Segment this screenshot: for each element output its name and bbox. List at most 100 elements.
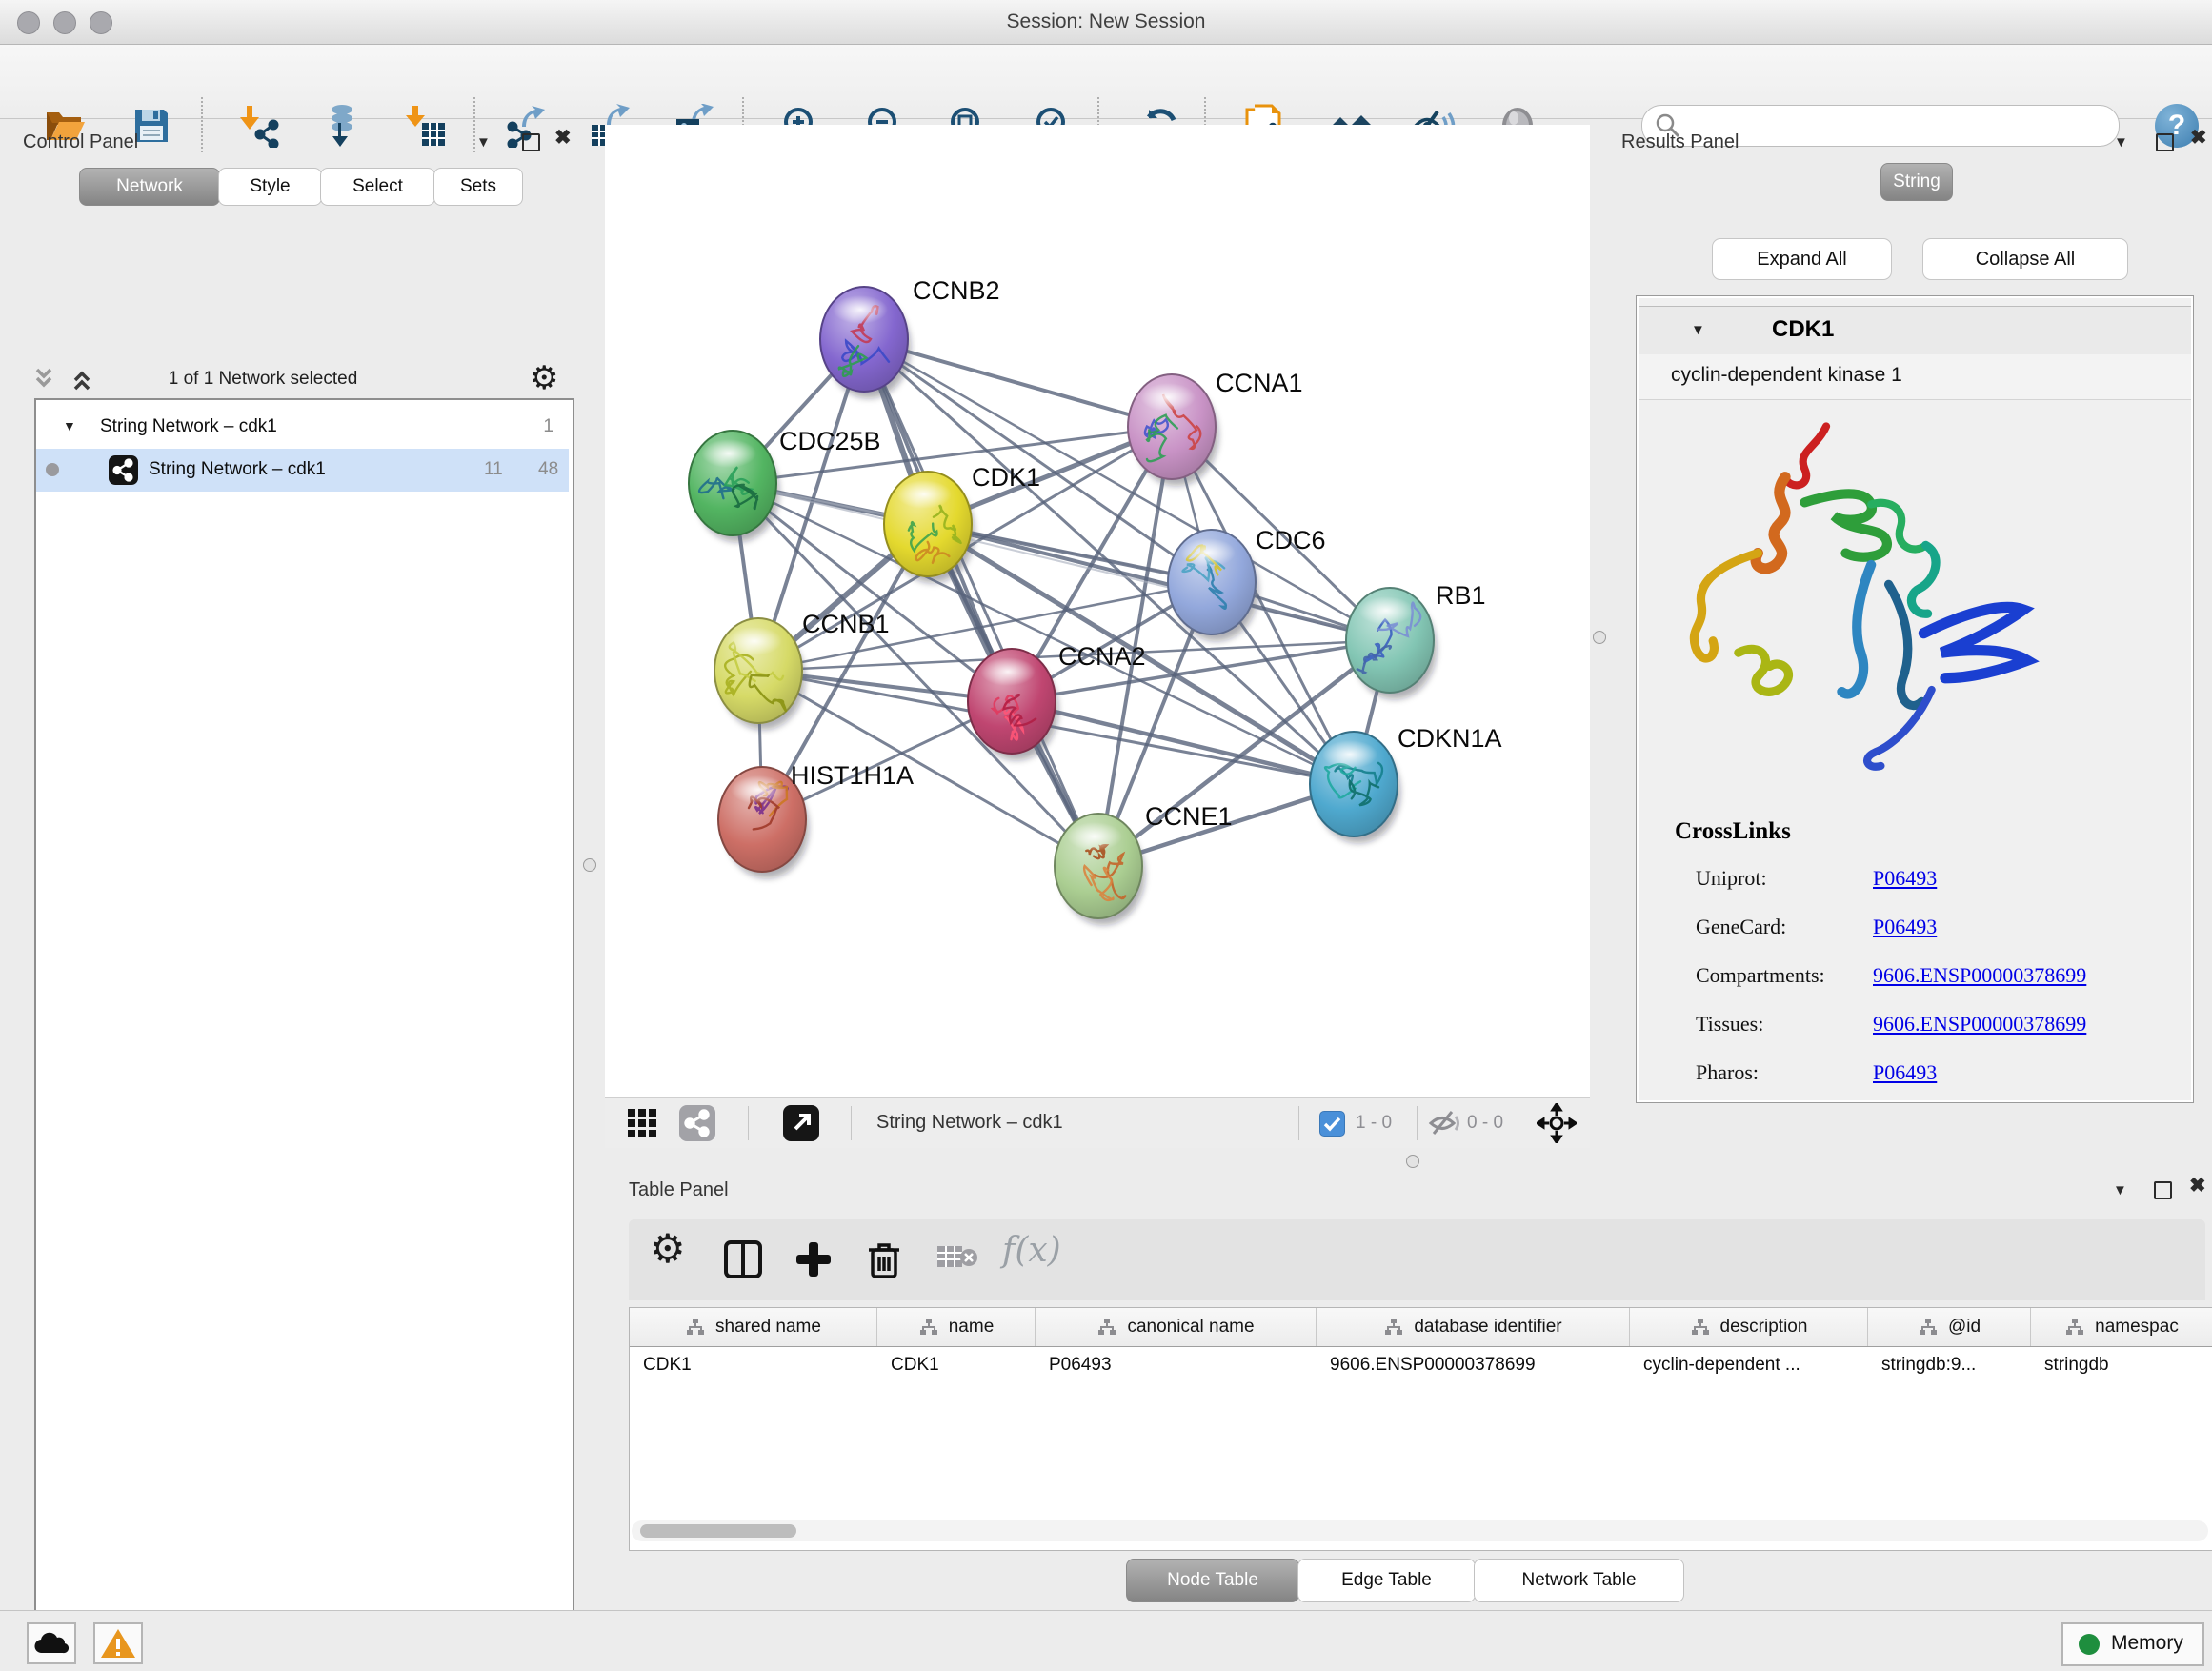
table-cell[interactable]: P06493 (1036, 1347, 1317, 1383)
node-label: CDK1 (972, 463, 1040, 492)
panel-close-icon[interactable]: ✖ (2189, 1178, 2206, 1195)
tree-expander-icon[interactable]: ▼ (63, 418, 76, 433)
crosslink-link[interactable]: P06493 (1873, 915, 1937, 939)
add-column-icon[interactable] (793, 1238, 835, 1280)
panel-menu-icon[interactable]: ▼ (2113, 1182, 2127, 1199)
tab-sets[interactable]: Sets (433, 168, 523, 206)
share-view-icon[interactable] (679, 1105, 715, 1141)
view-toolbar-separator (1298, 1106, 1299, 1140)
network-row-selected[interactable]: String Network – cdk1 11 48 (36, 449, 569, 492)
table-toolbar: ⚙ f(x) (629, 1219, 2205, 1300)
column-header-6[interactable]: @id (1868, 1308, 2031, 1346)
cloud-button[interactable] (27, 1622, 76, 1664)
control-panel: Control Panel ▼ ✖ Network Style Select S… (10, 124, 573, 1593)
column-header-5[interactable]: description (1630, 1308, 1868, 1346)
current-network-dot-icon (46, 463, 59, 476)
node-label: CCNE1 (1145, 802, 1233, 831)
node-label: RB1 (1436, 581, 1486, 610)
crosslink-label: GeneCard: (1696, 915, 1786, 938)
network-node-CCNE1[interactable] (1055, 814, 1142, 918)
node-label: CCNA2 (1058, 642, 1146, 671)
column-header-1[interactable]: shared name (630, 1308, 877, 1346)
collapse-all-button[interactable]: Collapse All (1922, 238, 2128, 280)
table-cell[interactable]: stringdb:9... (1868, 1347, 2031, 1383)
network-node-CCNB1[interactable] (714, 618, 802, 723)
memory-label: Memory (2111, 1632, 2183, 1655)
tab-select[interactable]: Select (320, 168, 435, 206)
panel-menu-icon[interactable]: ▼ (476, 134, 491, 151)
panel-close-icon[interactable]: ✖ (554, 130, 572, 147)
table-cell[interactable]: CDK1 (877, 1347, 1036, 1383)
grid-view-icon[interactable] (626, 1107, 658, 1139)
scrollbar-thumb[interactable] (640, 1524, 796, 1538)
crosslink-label: Compartments: (1696, 963, 1825, 987)
columns-icon[interactable] (722, 1238, 764, 1280)
panel-menu-icon[interactable]: ▼ (2114, 134, 2128, 151)
tab-network[interactable]: Network (79, 168, 220, 206)
table-row[interactable]: CDK1CDK1P064939606.ENSP00000378699cyclin… (630, 1347, 2212, 1383)
node-label: HIST1H1A (791, 761, 914, 790)
network-selected-status: 1 of 1 Network selected (10, 369, 516, 390)
table-cell[interactable]: CDK1 (630, 1347, 877, 1383)
crosslink-link[interactable]: 9606.ENSP00000378699 (1873, 963, 2086, 988)
network-collection-row[interactable]: ▼ String Network – cdk1 1 (36, 406, 569, 449)
column-header-3[interactable]: canonical name (1036, 1308, 1317, 1346)
panel-float-icon[interactable] (522, 133, 540, 151)
delete-table-icon[interactable] (935, 1238, 979, 1277)
selected-count: 1 - 0 (1356, 1113, 1392, 1134)
network-node-CDKN1A[interactable] (1310, 732, 1398, 836)
crosslink-row: GeneCard:P06493 (1696, 915, 1786, 939)
panel-float-icon[interactable] (2154, 1181, 2172, 1199)
panel-close-icon[interactable]: ✖ (2190, 130, 2207, 147)
crosslink-row: Tissues:9606.ENSP00000378699 (1696, 1012, 1763, 1037)
tab-style[interactable]: Style (218, 168, 322, 206)
column-header-2[interactable]: name (877, 1308, 1036, 1346)
network-node-RB1[interactable] (1346, 588, 1434, 693)
network-node-CDK1[interactable] (884, 472, 972, 576)
tab-string[interactable]: String (1880, 163, 1953, 201)
tab-node-table[interactable]: Node Table (1126, 1559, 1299, 1602)
crosslink-label: Pharos: (1696, 1060, 1759, 1084)
crosslinks-section: CrossLinks Uniprot:P06493GeneCard:P06493… (1637, 296, 2193, 1102)
network-view-canvas[interactable]: CCNB2CCNA1CDC25BCDK1CDC6RB1CCNB1CCNA2CDK… (605, 125, 1590, 1097)
open-in-window-icon[interactable] (783, 1105, 819, 1141)
network-node-CCNB2[interactable] (820, 287, 908, 392)
hidden-eye-icon[interactable] (1428, 1108, 1460, 1138)
panel-float-icon[interactable] (2156, 133, 2174, 151)
column-header-7[interactable]: namespac (2031, 1308, 2212, 1346)
crosslink-label: Tissues: (1696, 1012, 1763, 1036)
tab-network-table[interactable]: Network Table (1474, 1559, 1684, 1602)
function-builder-icon[interactable]: f(x) (1002, 1231, 1061, 1270)
gear-icon[interactable]: ⚙ (530, 362, 558, 394)
crosslink-link[interactable]: 9606.ENSP00000378699 (1873, 1012, 2086, 1037)
warning-button[interactable] (93, 1622, 143, 1664)
table-settings-gear-icon[interactable]: ⚙ (650, 1233, 686, 1265)
network-edge[interactable] (1012, 701, 1354, 784)
network-label: String Network – cdk1 (149, 459, 326, 480)
view-toolbar-separator (748, 1106, 749, 1140)
crosshair-icon[interactable] (1537, 1103, 1577, 1143)
selected-checkbox-icon[interactable] (1319, 1111, 1345, 1137)
network-node-CCNA1[interactable] (1128, 374, 1216, 479)
delete-column-trash-icon[interactable] (863, 1238, 905, 1280)
network-node-CCNA2[interactable] (968, 649, 1056, 754)
memory-button[interactable]: Memory (2061, 1622, 2204, 1666)
table-cell[interactable]: stringdb (2031, 1347, 2212, 1383)
crosslink-link[interactable]: P06493 (1873, 866, 1937, 891)
table-cell[interactable]: 9606.ENSP00000378699 (1317, 1347, 1630, 1383)
expand-all-button[interactable]: Expand All (1712, 238, 1892, 280)
tab-edge-table[interactable]: Edge Table (1297, 1559, 1476, 1602)
node-label: CCNB1 (802, 610, 890, 638)
table-cell[interactable]: cyclin-dependent ... (1630, 1347, 1868, 1383)
network-view-toolbar: String Network – cdk1 1 - 0 0 - 0 (605, 1097, 1590, 1148)
table-horizontal-scrollbar (632, 1520, 2208, 1541)
crosslinks-title: CrossLinks (1675, 818, 1791, 845)
column-header-4[interactable]: database identifier (1317, 1308, 1630, 1346)
hidden-count: 0 - 0 (1467, 1113, 1503, 1134)
network-node-CDC25B[interactable] (689, 431, 776, 535)
vertical-splitter-handle[interactable] (583, 858, 596, 872)
network-node-CDC6[interactable] (1168, 530, 1256, 634)
horizontal-splitter-handle[interactable] (1406, 1155, 1419, 1168)
collection-label: String Network – cdk1 (100, 416, 277, 437)
crosslink-link[interactable]: P06493 (1873, 1060, 1937, 1085)
